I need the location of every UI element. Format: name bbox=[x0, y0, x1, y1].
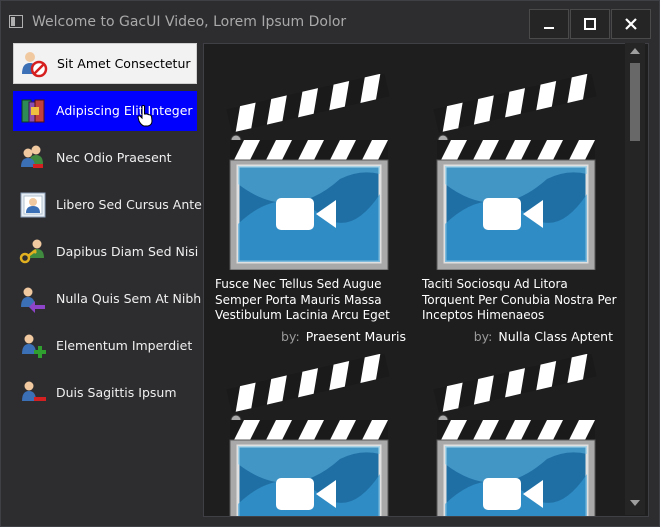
sidebar-item-label: Adipiscing Elit Integer bbox=[56, 103, 193, 118]
sidebar-item-label: Libero Sed Cursus Ante bbox=[56, 197, 202, 212]
scroll-down-icon[interactable] bbox=[630, 500, 640, 506]
minimize-icon bbox=[544, 27, 554, 29]
sidebar-item-nec-odio-praesent[interactable]: Nec Odio Praesent bbox=[13, 138, 197, 178]
video-grid: Fusce Nec Tellus Sed Augue Semper Porta … bbox=[203, 43, 649, 517]
sidebar-item-label: Nec Odio Praesent bbox=[56, 150, 172, 165]
user-remove-icon bbox=[22, 381, 46, 401]
sidebar-item-nulla-quis-sem-at-nibh[interactable]: Nulla Quis Sem At Nibh bbox=[13, 279, 201, 319]
video-byline: by: Nulla Class Aptent bbox=[474, 329, 613, 344]
video-clapperboard-icon bbox=[433, 74, 597, 270]
sidebar-item-label: Elementum Imperdiet bbox=[56, 338, 193, 353]
users-remove-icon bbox=[21, 145, 43, 168]
sidebar-item-label: Duis Sagittis Ipsum bbox=[56, 385, 177, 400]
app-icon bbox=[9, 15, 23, 28]
video-title: Fusce Nec Tellus Sed Augue Semper Porta … bbox=[215, 277, 390, 322]
window-title: Welcome to GacUI Video, Lorem Ipsum Dolo… bbox=[32, 14, 347, 30]
close-icon bbox=[625, 18, 637, 30]
sidebar-item-sit-amet-consectetur[interactable]: Sit Amet Consectetur bbox=[13, 43, 197, 84]
by-label: by: bbox=[281, 329, 300, 344]
sidebar-item-duis-sagittis-ipsum[interactable]: Duis Sagittis Ipsum bbox=[13, 373, 197, 413]
sidebar-item-elementum-imperdiet[interactable]: Elementum Imperdiet bbox=[13, 326, 197, 366]
video-byline: by: Praesent Mauris bbox=[281, 329, 406, 344]
user-arrow-icon bbox=[21, 287, 45, 313]
maximize-icon bbox=[584, 18, 596, 30]
sidebar-item-libero-sed-cursus-ante[interactable]: Libero Sed Cursus Ante bbox=[13, 185, 202, 225]
users-key-icon bbox=[19, 239, 44, 264]
sidebar-item-label: Nulla Quis Sem At Nibh bbox=[56, 291, 202, 306]
user-forbidden-icon bbox=[22, 52, 48, 78]
sidebar-item-label: Dapibus Diam Sed Nisi bbox=[56, 244, 199, 259]
books-icon bbox=[21, 99, 45, 123]
user-add-icon bbox=[22, 334, 46, 358]
title-bar[interactable]: Welcome to GacUI Video, Lorem Ipsum Dolo… bbox=[1, 1, 659, 43]
main-window: Welcome to GacUI Video, Lorem Ipsum Dolo… bbox=[0, 0, 660, 527]
maximize-button[interactable] bbox=[570, 9, 610, 39]
video-author: Praesent Mauris bbox=[305, 329, 406, 344]
close-button[interactable] bbox=[611, 9, 651, 39]
sidebar-item-adipiscing-elit-integer[interactable]: Adipiscing Elit Integer bbox=[13, 91, 197, 131]
sidebar-item-label: Sit Amet Consectetur bbox=[57, 56, 191, 71]
minimize-button[interactable] bbox=[529, 9, 569, 39]
sidebar-item-dapibus-diam-sed-nisi[interactable]: Dapibus Diam Sed Nisi bbox=[13, 232, 199, 272]
user-card-icon bbox=[20, 192, 46, 218]
by-label: by: bbox=[473, 329, 493, 344]
scrollbar-thumb[interactable] bbox=[630, 63, 640, 141]
vertical-scrollbar[interactable] bbox=[625, 43, 645, 515]
sidebar: Sit Amet Consectetur Adipiscing Elit Int… bbox=[13, 43, 202, 513]
video-clapperboard-icon bbox=[226, 74, 390, 270]
video-author: Nulla Class Aptent bbox=[498, 329, 613, 344]
video-clapperboard-icon bbox=[433, 354, 597, 516]
hand-cursor-icon bbox=[137, 105, 153, 127]
video-title: Taciti Sociosqu Ad Litora Torquent Per C… bbox=[422, 277, 617, 322]
video-clapperboard-icon bbox=[226, 354, 390, 516]
scroll-up-icon[interactable] bbox=[630, 48, 640, 54]
